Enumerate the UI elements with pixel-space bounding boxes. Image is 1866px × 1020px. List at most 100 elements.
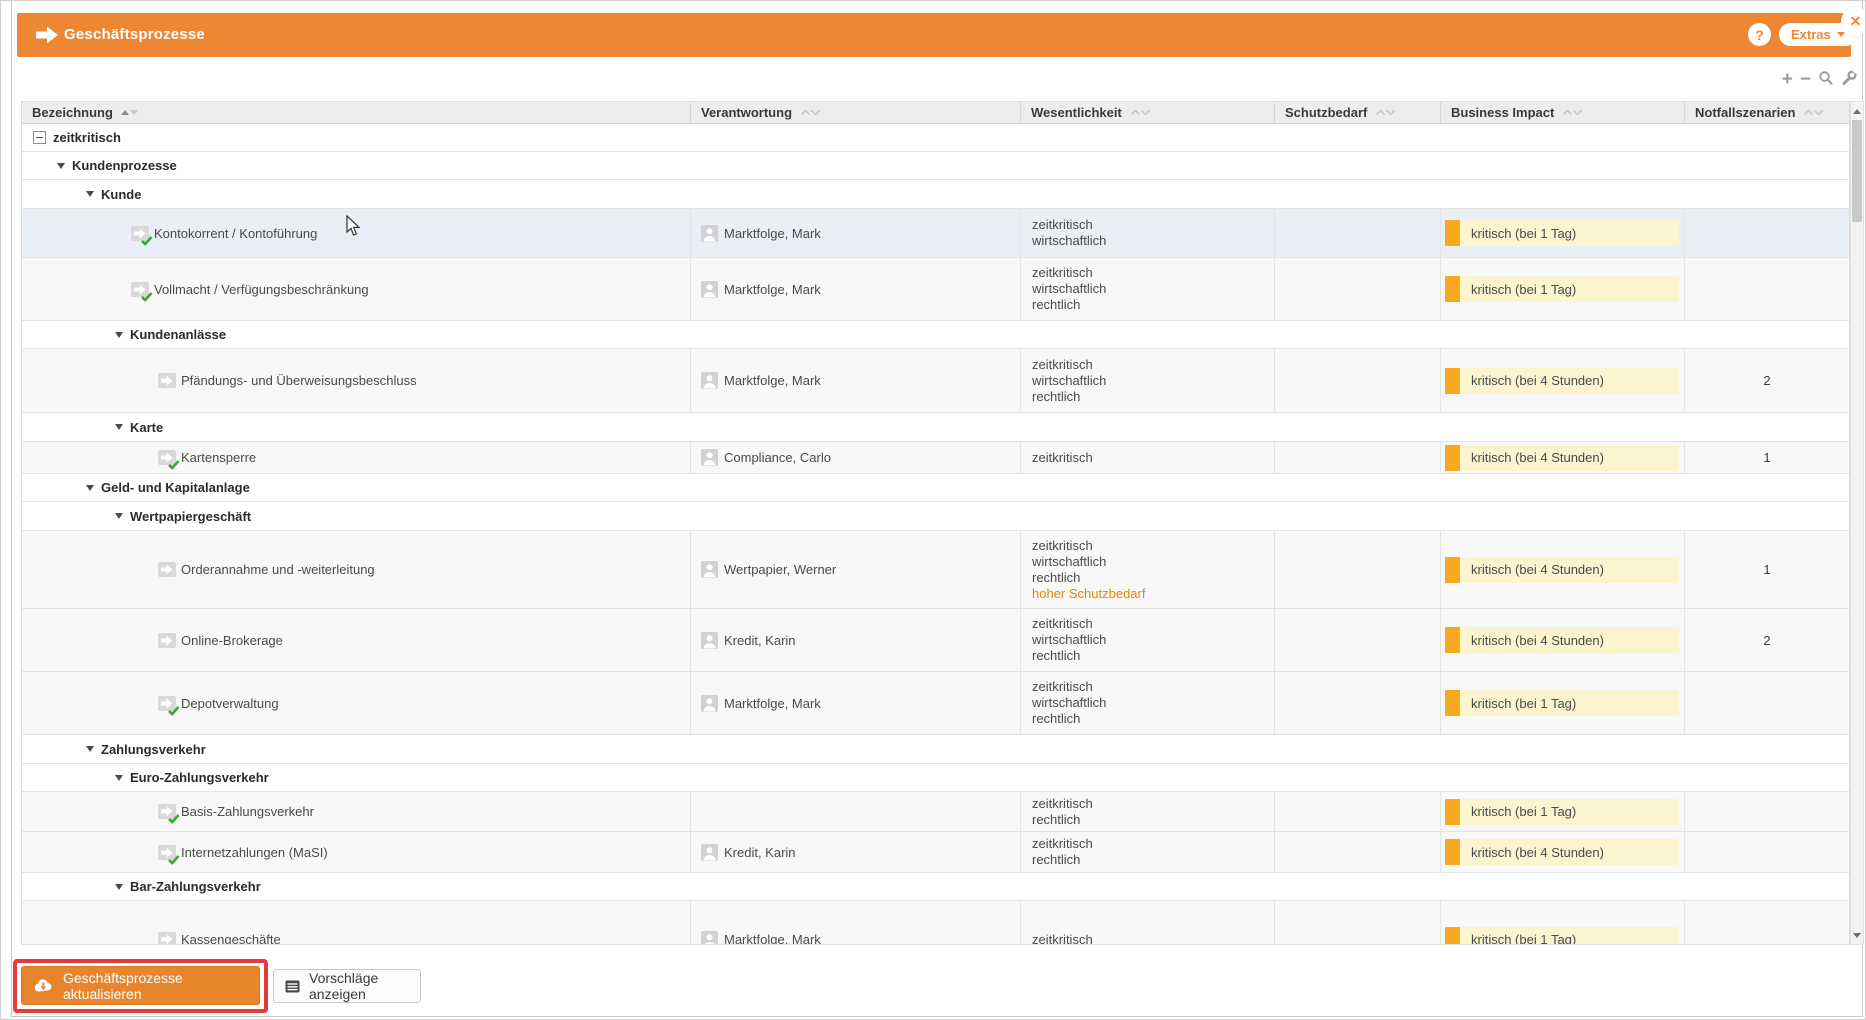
cell-business-impact[interactable]: kritisch (bei 1 Tag) <box>1441 672 1685 734</box>
cell-business-impact[interactable]: kritisch (bei 1 Tag) <box>1441 901 1685 944</box>
cell-bezeichnung[interactable]: Kontokorrent / Kontoführung <box>22 209 691 257</box>
cell-wesentlichkeit[interactable]: zeitkritisch wirtschaftlich rechtlich <box>1021 258 1275 320</box>
tree-expand-icon[interactable] <box>115 774 123 781</box>
cell-bezeichnung[interactable]: Kassengeschäfte <box>22 901 691 944</box>
cell-verantwortung[interactable] <box>691 792 1021 831</box>
cell-schutzbedarf[interactable] <box>1275 258 1441 320</box>
show-suggestions-button[interactable]: Vorschläge anzeigen <box>273 969 421 1003</box>
tree-node-row[interactable]: Euro-Zahlungsverkehr <box>22 764 1849 792</box>
tree-expand-icon[interactable] <box>86 484 94 491</box>
cell-wesentlichkeit[interactable]: zeitkritisch <box>1021 901 1275 944</box>
tree-node-row[interactable]: Karte <box>22 413 1849 442</box>
cell-wesentlichkeit[interactable]: zeitkritisch rechtlich <box>1021 832 1275 872</box>
collapse-all-button[interactable]: − <box>1800 70 1811 89</box>
cell-schutzbedarf[interactable] <box>1275 792 1441 831</box>
tree-node-row[interactable]: Kunde <box>22 180 1849 209</box>
cell-wesentlichkeit[interactable]: zeitkritisch wirtschaftlich <box>1021 209 1275 257</box>
cell-wesentlichkeit[interactable]: zeitkritisch rechtlich <box>1021 792 1275 831</box>
table-row[interactable]: Kassengeschäfte Marktfolge, Mark zeitkriti… <box>22 901 1849 944</box>
cell-wesentlichkeit[interactable]: zeitkritisch wirtschaftlich rechtlich <box>1021 349 1275 412</box>
cell-verantwortung[interactable]: Marktfolge, Mark <box>691 258 1021 320</box>
vertical-scrollbar[interactable] <box>1850 101 1864 945</box>
cell-notfallszenarien[interactable] <box>1685 792 1849 831</box>
help-button[interactable]: ? <box>1748 23 1771 46</box>
cell-schutzbedarf[interactable] <box>1275 442 1441 473</box>
sort-chevrons-icon[interactable] <box>1803 108 1824 117</box>
cell-schutzbedarf[interactable] <box>1275 349 1441 412</box>
tree-expand-icon[interactable] <box>115 424 123 430</box>
tree-expand-icon[interactable] <box>86 746 94 752</box>
cell-verantwortung[interactable]: Marktfolge, Mark <box>691 209 1021 257</box>
cell-verantwortung[interactable]: Marktfolge, Mark <box>691 672 1021 734</box>
column-header-wesentlichkeit[interactable]: Wesentlichkeit <box>1021 102 1275 123</box>
cell-bezeichnung[interactable]: Basis-Zahlungsverkehr <box>22 792 691 831</box>
cell-notfallszenarien[interactable]: 1 <box>1685 442 1849 473</box>
cell-schutzbedarf[interactable] <box>1275 832 1441 872</box>
cell-bezeichnung[interactable]: Internetzahlungen (MaSI) <box>22 832 691 872</box>
table-row[interactable]: Kartensperre Compliance, Carlo zeitkritisc… <box>22 442 1849 474</box>
table-row[interactable]: Depotverwaltung Marktfolge, Mark zeitkriti… <box>22 672 1849 735</box>
sort-chevrons-icon[interactable] <box>1130 108 1151 117</box>
sort-triangles-icon[interactable] <box>120 110 138 115</box>
tree-node-row[interactable]: Geld- und Kapitalanlage <box>22 474 1849 502</box>
tree-node-row[interactable]: Kundenprozesse <box>22 152 1849 180</box>
cell-schutzbedarf[interactable] <box>1275 209 1441 257</box>
cell-bezeichnung[interactable]: Pfändungs- und Überweisungsbeschluss <box>22 349 691 412</box>
sort-chevrons-icon[interactable] <box>1562 108 1583 117</box>
cell-wesentlichkeit[interactable]: zeitkritisch wirtschaftlich rechtlich <box>1021 609 1275 671</box>
cell-business-impact[interactable]: kritisch (bei 1 Tag) <box>1441 209 1685 257</box>
tree-node-row[interactable]: Kundenanlässe <box>22 321 1849 349</box>
cell-verantwortung[interactable]: Marktfolge, Mark <box>691 901 1021 944</box>
cell-notfallszenarien[interactable]: 1 <box>1685 531 1849 608</box>
column-header-verantwortung[interactable]: Verantwortung <box>691 102 1021 123</box>
cell-schutzbedarf[interactable] <box>1275 901 1441 944</box>
cell-bezeichnung[interactable]: Vollmacht / Verfügungsbeschränkung <box>22 258 691 320</box>
cell-notfallszenarien[interactable] <box>1685 209 1849 257</box>
cell-business-impact[interactable]: kritisch (bei 4 Stunden) <box>1441 832 1685 872</box>
scrollbar-thumb[interactable] <box>1852 120 1862 222</box>
settings-wrench-icon[interactable] <box>1841 68 1858 91</box>
cell-notfallszenarien[interactable] <box>1685 258 1849 320</box>
table-row[interactable]: Internetzahlungen (MaSI) Kredit, Karin zei… <box>22 832 1849 873</box>
column-header-bezeichnung[interactable]: Bezeichnung <box>22 102 691 123</box>
cell-business-impact[interactable]: kritisch (bei 4 Stunden) <box>1441 442 1685 473</box>
update-processes-button[interactable]: Geschäftsprozesse aktualisieren <box>21 966 260 1005</box>
cell-verantwortung[interactable]: Kredit, Karin <box>691 609 1021 671</box>
cell-business-impact[interactable]: kritisch (bei 4 Stunden) <box>1441 531 1685 608</box>
table-row[interactable]: Basis-Zahlungsverkehr zeitkritisch rechtli… <box>22 792 1849 832</box>
cell-schutzbedarf[interactable] <box>1275 672 1441 734</box>
cell-business-impact[interactable]: kritisch (bei 1 Tag) <box>1441 792 1685 831</box>
cell-verantwortung[interactable]: Marktfolge, Mark <box>691 349 1021 412</box>
cell-bezeichnung[interactable]: Orderannahme und -weiterleitung <box>22 531 691 608</box>
table-row[interactable]: Pfändungs- und Überweisungsbeschluss Mark… <box>22 349 1849 413</box>
tree-expand-icon[interactable] <box>115 513 123 519</box>
tree-expand-icon[interactable] <box>86 191 94 197</box>
scroll-down-button[interactable] <box>1851 928 1863 942</box>
cell-bezeichnung[interactable]: Online-Brokerage <box>22 609 691 671</box>
sort-chevrons-icon[interactable] <box>1375 108 1396 117</box>
table-row[interactable]: Online-Brokerage Kredit, Karin zeitkritisc… <box>22 609 1849 672</box>
column-header-schutzbedarf[interactable]: Schutzbedarf <box>1275 102 1441 123</box>
scroll-up-button[interactable] <box>1851 104 1863 118</box>
tree-node-row[interactable]: Bar-Zahlungsverkehr <box>22 873 1849 901</box>
cell-business-impact[interactable]: kritisch (bei 4 Stunden) <box>1441 349 1685 412</box>
cell-bezeichnung[interactable]: Depotverwaltung <box>22 672 691 734</box>
collapse-minus-icon[interactable] <box>33 131 46 144</box>
cell-wesentlichkeit[interactable]: zeitkritisch wirtschaftlich rechtlich hoher… <box>1021 531 1275 608</box>
cell-business-impact[interactable]: kritisch (bei 1 Tag) <box>1441 258 1685 320</box>
column-header-notfallszenarien[interactable]: Notfallszenarien <box>1685 102 1849 123</box>
cell-schutzbedarf[interactable] <box>1275 531 1441 608</box>
cell-notfallszenarien[interactable] <box>1685 672 1849 734</box>
cell-notfallszenarien[interactable] <box>1685 901 1849 944</box>
cell-notfallszenarien[interactable]: 2 <box>1685 349 1849 412</box>
cell-wesentlichkeit[interactable]: zeitkritisch wirtschaftlich rechtlich <box>1021 672 1275 734</box>
expand-all-button[interactable]: + <box>1782 70 1793 89</box>
tree-node-row[interactable]: Zahlungsverkehr <box>22 735 1849 764</box>
cell-verantwortung[interactable]: Compliance, Carlo <box>691 442 1021 473</box>
close-button[interactable]: ✕ <box>1841 7 1865 36</box>
tree-node-row[interactable]: Wertpapiergeschäft <box>22 502 1849 531</box>
cell-verantwortung[interactable]: Wertpapier, Werner <box>691 531 1021 608</box>
table-row[interactable]: Kontokorrent / Kontoführung Marktfolge, M… <box>22 209 1849 258</box>
table-row[interactable]: Vollmacht / Verfügungsbeschränkung Marktf… <box>22 258 1849 321</box>
tree-expand-icon[interactable] <box>115 331 123 338</box>
